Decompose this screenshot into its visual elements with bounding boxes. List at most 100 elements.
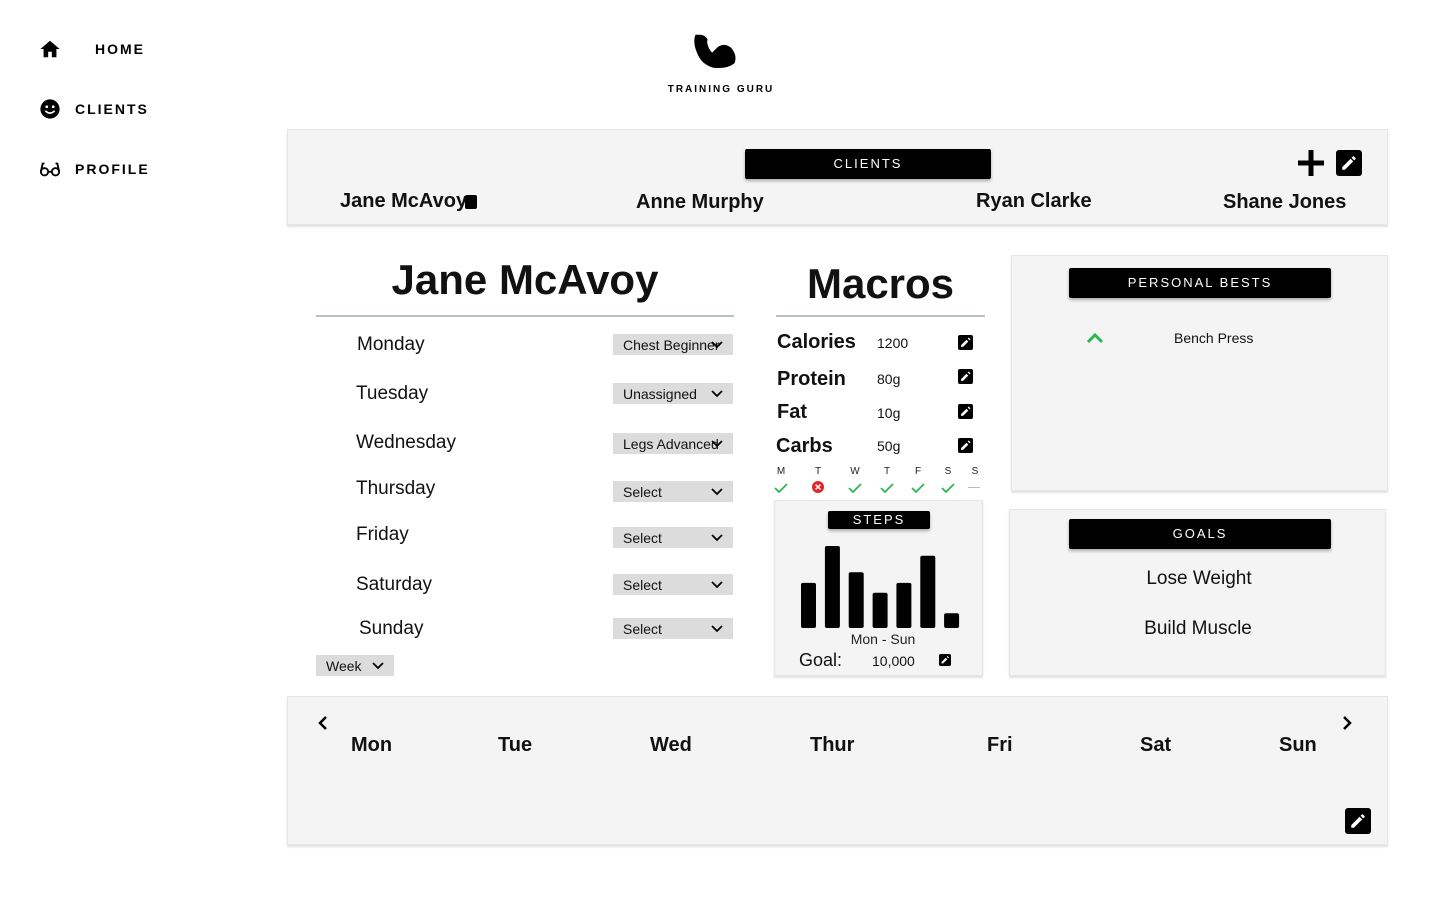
- page-title: Jane McAvoy: [391, 256, 659, 303]
- chevron-down-icon: [711, 487, 723, 495]
- macro-value-fat: 10g: [877, 405, 901, 421]
- sidebar-item-label: PROFILE: [75, 161, 150, 177]
- steps-caption: Mon - Sun: [850, 631, 916, 647]
- sidebar-item-label: HOME: [95, 41, 145, 57]
- select-value: Select: [623, 483, 662, 500]
- macro-label-protein: Protein: [777, 368, 846, 390]
- check-icon: [848, 483, 862, 493]
- steps-goal-value: 10,000: [872, 653, 915, 669]
- edit-carbs-button[interactable]: [958, 438, 973, 453]
- week-day-sun: Sun: [1279, 734, 1317, 756]
- week-letter: W: [850, 466, 860, 477]
- glasses-icon: [39, 158, 61, 180]
- week-day-fri: Fri: [987, 734, 1013, 756]
- edit-steps-goal-button[interactable]: [939, 654, 951, 666]
- week-letter: T: [883, 466, 891, 477]
- chevron-down-icon: [711, 389, 723, 397]
- week-letter: S: [971, 466, 979, 477]
- select-value: Select: [623, 576, 662, 593]
- week-day-mon: Mon: [351, 734, 393, 756]
- pencil-icon: [961, 440, 971, 450]
- pencil-icon: [961, 406, 971, 416]
- goals-title: GOALS: [1069, 519, 1331, 549]
- steps-bar-thu: [872, 592, 888, 628]
- chevron-down-icon: [711, 533, 723, 541]
- workout-select-monday[interactable]: Chest Beginner: [613, 334, 733, 355]
- week-day-tue: Tue: [498, 734, 533, 756]
- edit-protein-button[interactable]: [958, 369, 973, 384]
- select-value: Legs Advanced: [623, 435, 719, 452]
- pencil-icon: [1351, 814, 1365, 828]
- personal-bests-title: PERSONAL BESTS: [1069, 268, 1331, 298]
- steps-goal-label: Goal:: [799, 650, 843, 670]
- day-label-sunday: Sunday: [359, 618, 424, 639]
- day-label-monday: Monday: [357, 334, 425, 355]
- chevron-left-icon: [318, 716, 327, 730]
- week-letter: M: [776, 466, 786, 477]
- trend-up-icon: [1086, 332, 1104, 344]
- steps-bar-wed: [848, 572, 864, 628]
- macro-label-carbs: Carbs: [776, 435, 833, 457]
- steps-bar-tue: [824, 546, 840, 628]
- prev-week-button[interactable]: [318, 715, 334, 733]
- workout-select-sunday[interactable]: Select: [613, 618, 733, 639]
- edit-clients-button[interactable]: [1336, 150, 1362, 176]
- week-day-sat: Sat: [1140, 734, 1172, 756]
- title-divider: [316, 315, 734, 317]
- client-tab-anne[interactable]: Anne Murphy: [636, 191, 764, 214]
- client-tab-shane[interactable]: Shane Jones: [1223, 191, 1346, 214]
- steps-bar-fri: [896, 582, 912, 628]
- client-tab-ryan[interactable]: Ryan Clarke: [976, 190, 1092, 213]
- macro-value-calories: 1200: [877, 335, 909, 351]
- clients-title: CLIENTS: [745, 149, 991, 179]
- chevron-down-icon: [711, 624, 723, 632]
- week-view-card: [287, 696, 1388, 845]
- select-value: Unassigned: [623, 385, 697, 402]
- week-day-thur: Thur: [810, 734, 855, 756]
- macro-value-carbs: 50g: [877, 438, 901, 454]
- macros-title: Macros: [806, 260, 955, 307]
- workout-select-thursday[interactable]: Select: [613, 481, 733, 502]
- range-select[interactable]: Week: [316, 655, 394, 676]
- macro-value-protein: 80g: [877, 371, 901, 387]
- sidebar-item-home[interactable]: HOME: [39, 38, 145, 60]
- chevron-down-icon: [372, 661, 384, 669]
- workout-select-friday[interactable]: Select: [613, 527, 733, 548]
- chevron-down-icon: [711, 439, 723, 447]
- edit-calories-button[interactable]: [958, 335, 973, 350]
- select-value: Chest Beginner: [623, 336, 720, 353]
- pencil-icon: [1342, 156, 1356, 170]
- next-week-button[interactable]: [1342, 715, 1358, 733]
- goal-item: Build Muscle: [1144, 618, 1252, 639]
- sidebar-item-profile[interactable]: PROFILE: [39, 158, 150, 180]
- add-client-button[interactable]: [1298, 150, 1324, 176]
- steps-bar-sat: [920, 555, 936, 628]
- sidebar-item-clients[interactable]: CLIENTS: [39, 98, 149, 120]
- logo-text: TRAINING GURU: [667, 84, 775, 95]
- workout-select-tuesday[interactable]: Unassigned: [613, 383, 733, 404]
- goal-item: Lose Weight: [1146, 568, 1252, 589]
- check-icon: [941, 483, 955, 493]
- week-day-wed: Wed: [650, 734, 692, 756]
- week-tracker: M T W T F S S: [770, 466, 985, 496]
- day-label-thursday: Thursday: [356, 478, 436, 499]
- sidebar-item-label: CLIENTS: [75, 101, 149, 117]
- dash-icon: [968, 487, 980, 488]
- select-value: Select: [623, 529, 662, 546]
- select-value: Select: [623, 620, 662, 637]
- client-tab-jane[interactable]: Jane McAvoy: [340, 190, 467, 213]
- week-letter: F: [914, 466, 922, 477]
- workout-select-wednesday[interactable]: Legs Advanced: [613, 433, 733, 454]
- macros-divider: [776, 315, 985, 317]
- edit-week-button[interactable]: [1345, 808, 1371, 834]
- workout-select-saturday[interactable]: Select: [613, 574, 733, 595]
- day-label-friday: Friday: [356, 524, 409, 545]
- week-letter: T: [814, 466, 822, 477]
- chevron-down-icon: [711, 340, 723, 348]
- day-label-saturday: Saturday: [356, 574, 433, 595]
- steps-bar-mon: [801, 582, 816, 628]
- edit-fat-button[interactable]: [958, 404, 973, 419]
- app-logo: TRAINING GURU: [660, 26, 782, 98]
- chevron-right-icon: [1343, 716, 1352, 730]
- pencil-icon: [941, 656, 949, 664]
